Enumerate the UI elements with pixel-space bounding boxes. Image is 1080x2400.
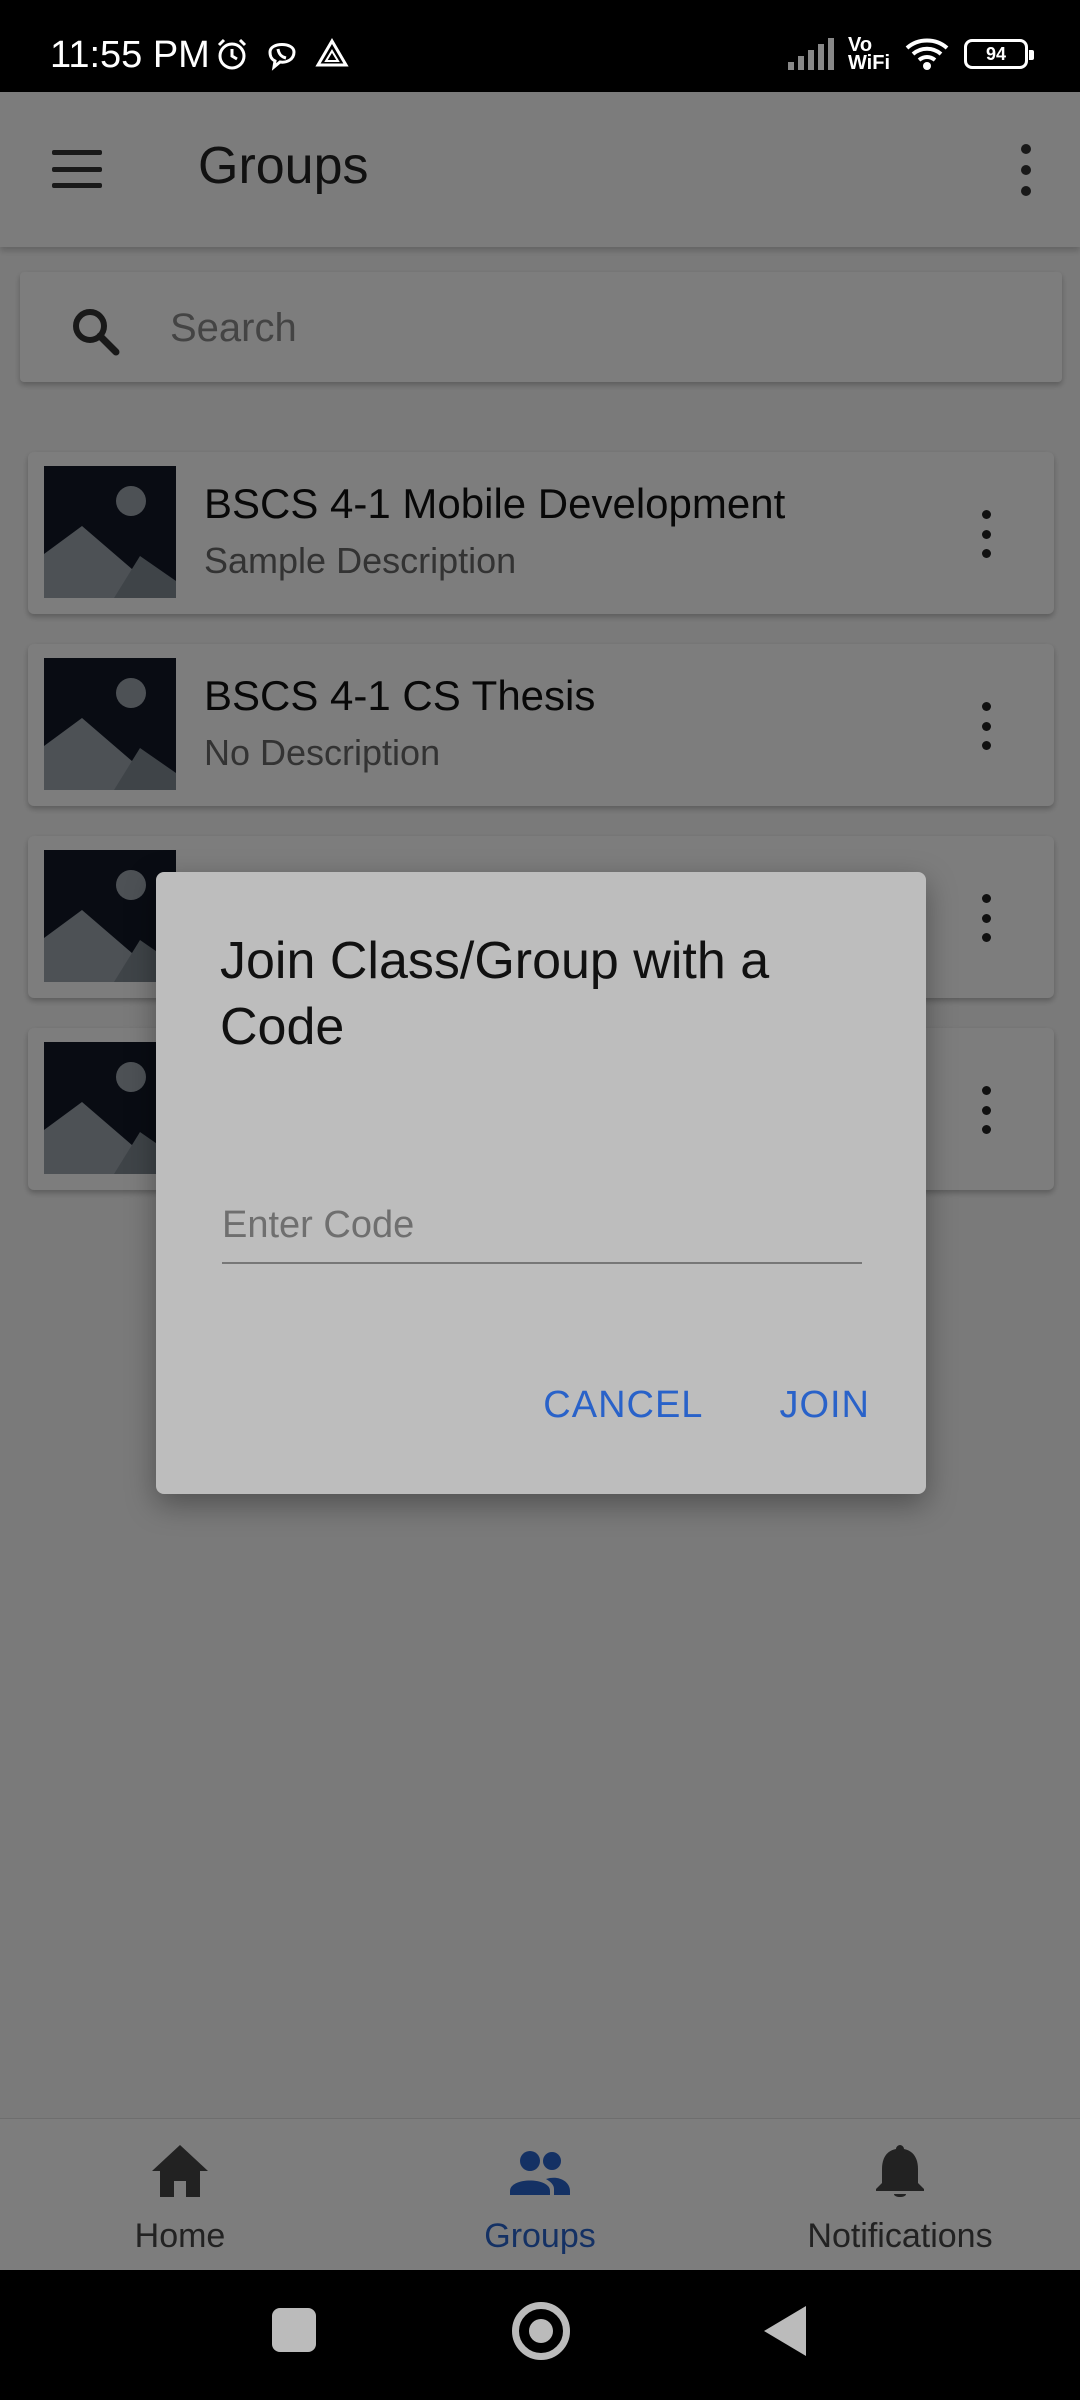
- alarm-icon: [217, 38, 247, 70]
- system-navigation-bar: [0, 2270, 1080, 2400]
- join-button[interactable]: JOIN: [779, 1384, 870, 1427]
- code-input[interactable]: [222, 1188, 862, 1264]
- signal-icon: [787, 38, 834, 70]
- status-notification-icons: [214, 36, 350, 72]
- dialog-actions: CANCEL JOIN: [543, 1384, 870, 1427]
- recents-icon[interactable]: [272, 2308, 316, 2352]
- dialog-title: Join Class/Group with a Code: [220, 932, 770, 1056]
- status-system-icons: Vo WiFi 94: [787, 34, 1034, 74]
- viber-icon: [268, 43, 296, 71]
- back-icon[interactable]: [764, 2306, 806, 2356]
- status-bar: 11:55 PM Vo WiFi 94: [0, 0, 1080, 92]
- battery-icon: 94: [964, 39, 1034, 69]
- join-code-dialog: Join Class/Group with a Code CANCEL JOIN: [156, 872, 926, 1494]
- status-time: 11:55 PM: [50, 34, 210, 76]
- vowifi-icon: Vo WiFi: [847, 34, 890, 74]
- wifi-icon: [905, 38, 949, 70]
- cancel-button[interactable]: CANCEL: [543, 1384, 703, 1427]
- drive-icon: [315, 38, 349, 67]
- home-button-icon[interactable]: [512, 2302, 570, 2360]
